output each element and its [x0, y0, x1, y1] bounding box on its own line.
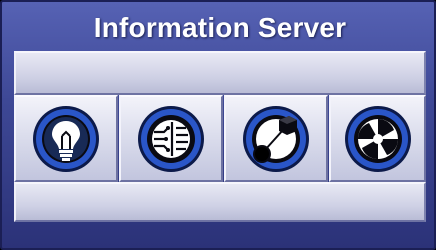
lightbulb-icon	[33, 105, 99, 172]
circuit-board-button[interactable]	[119, 95, 223, 182]
lightbulb-button[interactable]	[14, 95, 118, 182]
bottom-bar	[14, 182, 426, 222]
circuit-board-icon	[138, 105, 204, 172]
ball-cube-network-icon	[243, 105, 309, 172]
aperture-icon	[344, 105, 411, 172]
information-server-panel: Information Server	[0, 0, 436, 250]
ball-cube-network-button[interactable]	[224, 95, 328, 182]
aperture-button[interactable]	[329, 95, 426, 182]
panel-title: Information Server	[93, 12, 347, 43]
top-bar	[14, 51, 426, 95]
